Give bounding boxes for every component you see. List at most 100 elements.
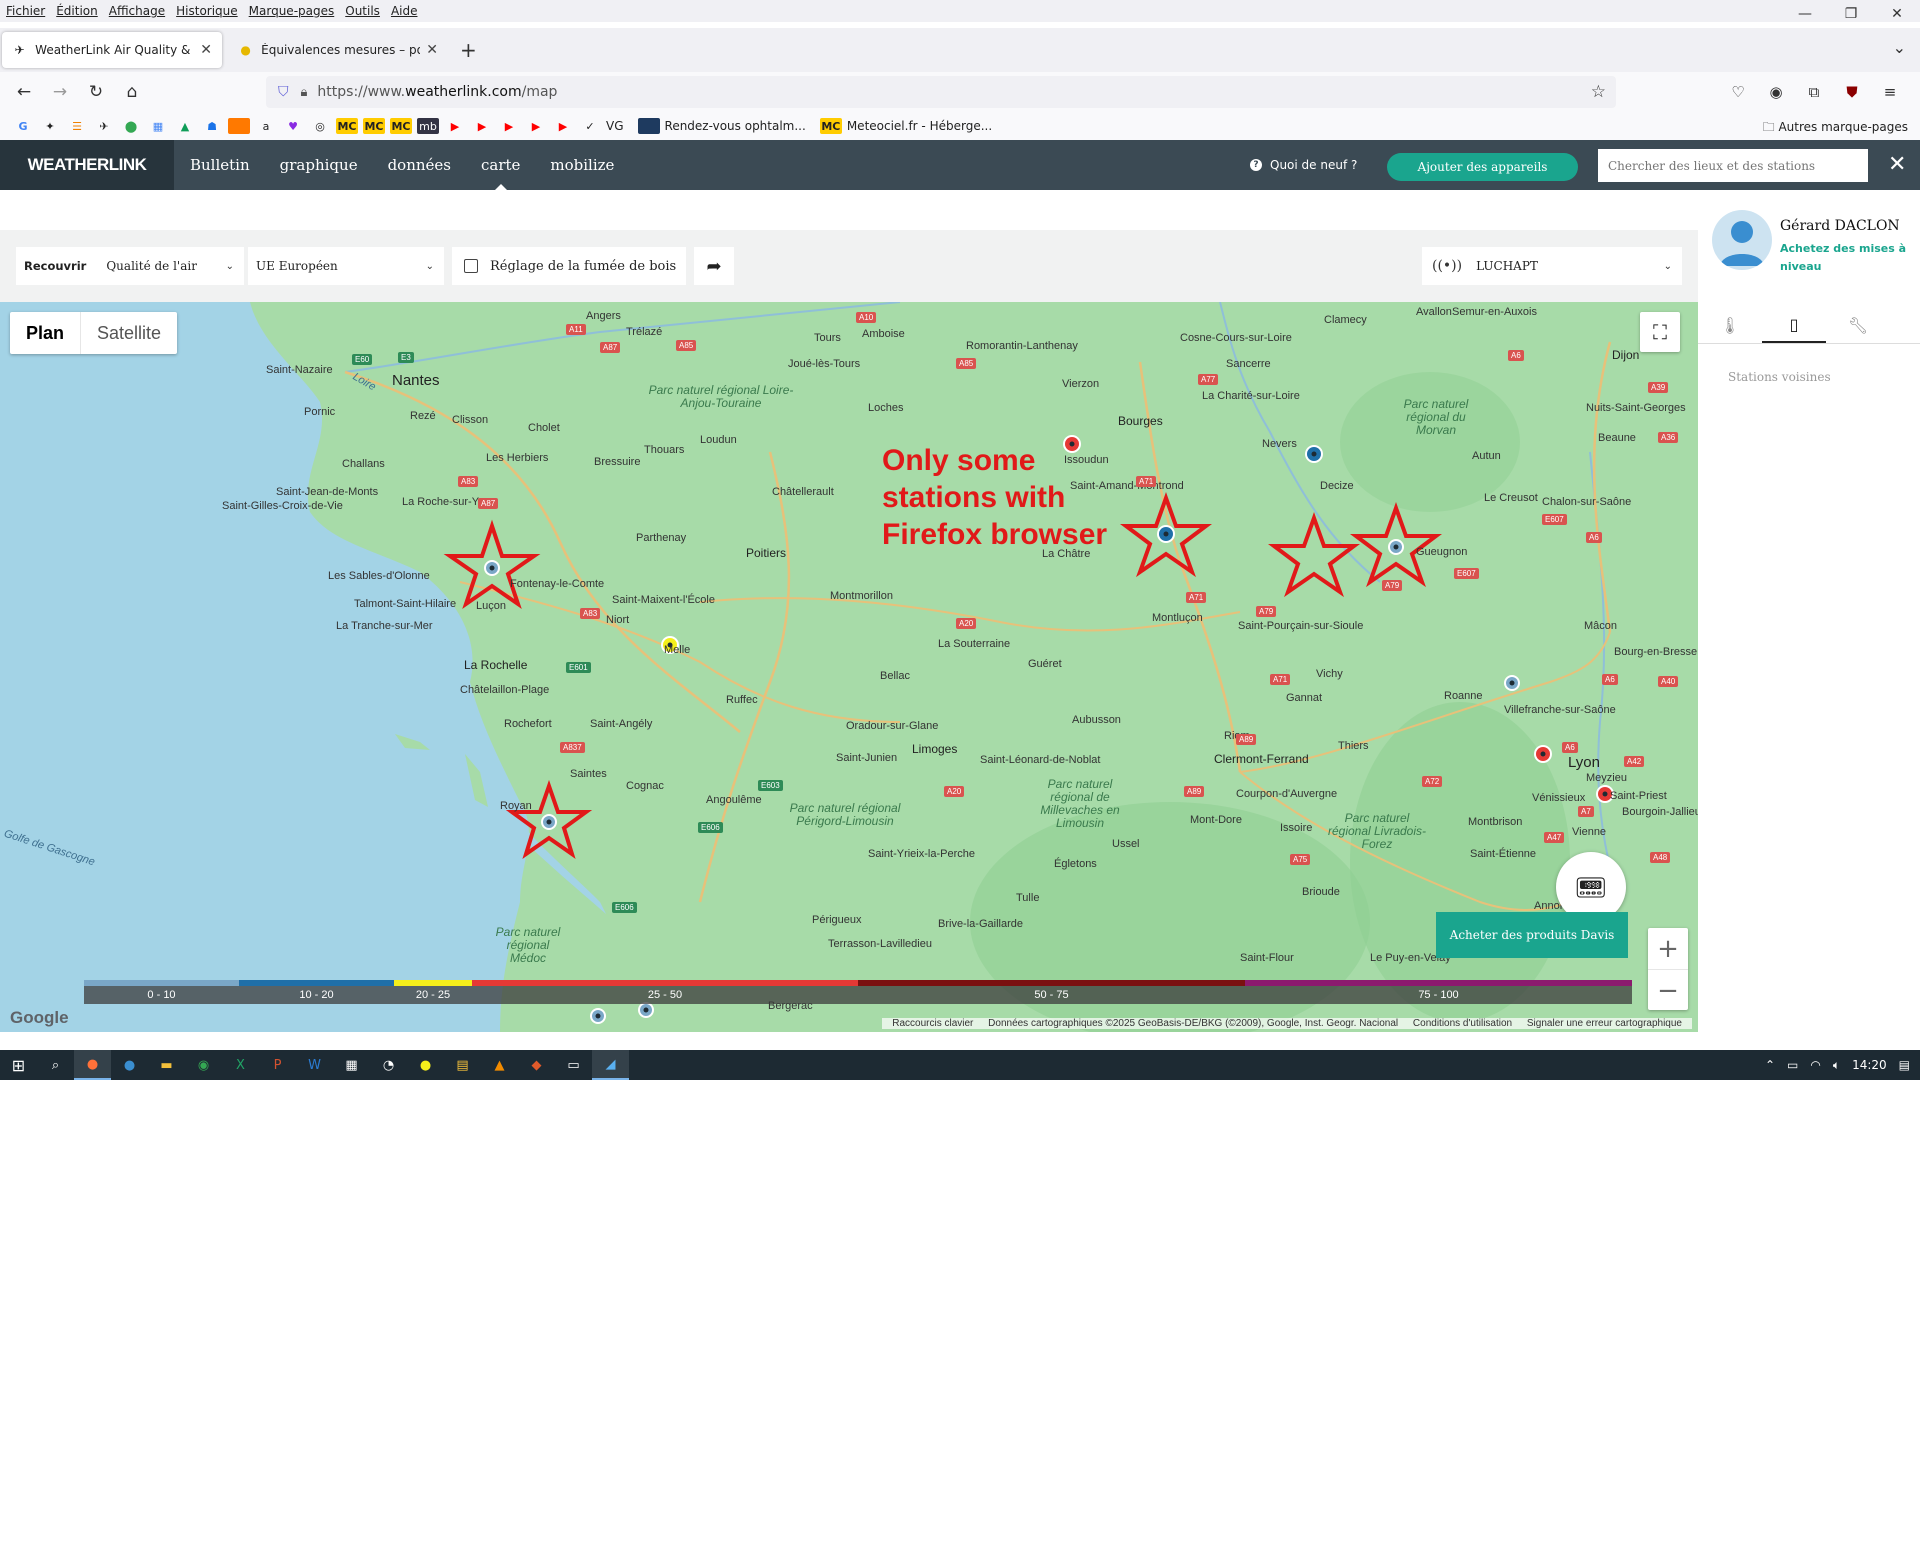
search-icon[interactable]: ⌕ <box>37 1050 74 1080</box>
zoom-in-icon[interactable]: + <box>1648 928 1688 969</box>
plane-bookmark-icon[interactable]: ✈ <box>93 118 115 134</box>
new-tab-icon[interactable]: + <box>460 38 477 62</box>
hamburger-menu-icon[interactable]: ≡ <box>1874 76 1906 108</box>
battery-icon[interactable]: ▭ <box>1787 1058 1798 1072</box>
mc-bookmark-icon[interactable]: MC <box>390 118 412 134</box>
firefox-taskbar-icon[interactable]: ● <box>74 1050 111 1080</box>
weatherlink-logo[interactable]: WEATHERLINK <box>0 140 174 190</box>
app-taskbar-icon[interactable]: ▭ <box>555 1050 592 1080</box>
app-taskbar-icon[interactable]: ◆ <box>518 1050 555 1080</box>
calendar-bookmark-icon[interactable]: ▦ <box>147 118 169 134</box>
app-taskbar-icon[interactable]: ▤ <box>444 1050 481 1080</box>
reload-icon[interactable]: ↻ <box>78 76 114 108</box>
tab-equivalences[interactable]: ● Équivalences mesures – poids | ✕ <box>228 32 448 68</box>
app-taskbar-icon[interactable]: ◔ <box>370 1050 407 1080</box>
nav-graphique[interactable]: graphique <box>280 140 358 190</box>
network-icon[interactable]: ◠ <box>1810 1058 1820 1072</box>
search-places-input[interactable] <box>1598 149 1868 182</box>
mb-bookmark-icon[interactable]: mb <box>417 118 439 134</box>
keyboard-shortcuts-link[interactable]: Raccourcis clavier <box>892 1018 973 1029</box>
extensions-icon[interactable]: ⧉ <box>1798 76 1830 108</box>
circle-bookmark-icon[interactable]: ◎ <box>309 118 331 134</box>
thunderbird-taskbar-icon[interactable]: ● <box>111 1050 148 1080</box>
url-bar[interactable]: ⛉ 🔒︎ https://www.weatherlink.com/map ☆ <box>266 76 1616 108</box>
word-taskbar-icon[interactable]: W <box>296 1050 333 1080</box>
chevron-up-icon[interactable]: ⌃ <box>1765 1058 1775 1072</box>
mc-bookmark-icon[interactable]: MC <box>363 118 385 134</box>
bird-bookmark-icon[interactable]: ✦ <box>39 118 61 134</box>
notification-icon[interactable]: ▤ <box>1899 1058 1910 1072</box>
amazon-bookmark-icon[interactable]: a <box>255 118 277 134</box>
ophtalmo-bookmark-icon[interactable] <box>637 118 660 134</box>
wood-smoke-toggle[interactable]: Réglage de la fumée de bois <box>452 247 686 285</box>
clock[interactable]: 14:20 <box>1852 1058 1887 1072</box>
menu-tools[interactable]: Outils <box>345 4 380 18</box>
add-devices-button[interactable]: Ajouter des appareils <box>1387 153 1578 181</box>
bookmark-ophtalmo[interactable]: Rendez-vous ophtalm... <box>665 119 806 133</box>
google-bookmark-icon[interactable]: G <box>12 118 34 134</box>
file-explorer-taskbar-icon[interactable]: ▬ <box>148 1050 185 1080</box>
share-button[interactable]: ➦ <box>694 247 734 285</box>
bookmark-star-icon[interactable]: ☆ <box>1591 82 1606 102</box>
menu-help[interactable]: Aide <box>391 4 418 18</box>
fullscreen-icon[interactable]: ⛶ <box>1640 312 1680 352</box>
person-bookmark-icon[interactable]: ☗ <box>201 118 223 134</box>
whats-new-link[interactable]: ? Quoi de neuf ? <box>1250 140 1357 190</box>
thermometer-tab-icon[interactable]: 🌡︎ <box>1698 308 1762 343</box>
list-tabs-icon[interactable]: ⌄ <box>1893 38 1906 57</box>
check-bookmark-icon[interactable]: ✓ <box>579 118 601 134</box>
menu-view[interactable]: Affichage <box>109 4 165 18</box>
report-error-link[interactable]: Signaler une erreur cartographique <box>1527 1018 1682 1029</box>
excel-taskbar-icon[interactable]: X <box>222 1050 259 1080</box>
mc-bookmark-icon[interactable]: MC <box>819 118 842 134</box>
station-select[interactable]: ((•)) LUCHAPT ⌄ <box>1422 247 1682 285</box>
orange-square-bookmark-icon[interactable] <box>228 118 250 134</box>
bookmark-meteociel[interactable]: Meteociel.fr - Héberge... <box>847 119 992 133</box>
buy-davis-button[interactable]: Acheter des produits Davis <box>1436 912 1628 958</box>
home-icon[interactable]: ⌂ <box>114 76 150 108</box>
youtube-bookmark-icon[interactable]: ▶ <box>471 118 493 134</box>
close-tab-icon[interactable]: ✕ <box>426 42 438 58</box>
calculator-taskbar-icon[interactable]: ▦ <box>333 1050 370 1080</box>
forward-icon[interactable]: → <box>42 76 78 108</box>
maps-bookmark-icon[interactable]: ⬤ <box>120 118 142 134</box>
minimize-icon[interactable]: — <box>1782 0 1828 28</box>
orange-bookmark-icon[interactable]: ☰ <box>66 118 88 134</box>
map-type-satellite[interactable]: Satellite <box>80 312 177 354</box>
close-icon[interactable]: ✕ <box>1888 152 1906 177</box>
avatar[interactable] <box>1712 210 1772 270</box>
drive-bookmark-icon[interactable]: ▲ <box>174 118 196 134</box>
pocket-icon[interactable]: ♡ <box>1722 76 1754 108</box>
youtube-bookmark-icon[interactable]: ▶ <box>525 118 547 134</box>
restore-icon[interactable]: ❐ <box>1828 0 1874 28</box>
youtube-bookmark-icon[interactable]: ▶ <box>552 118 574 134</box>
app-taskbar-icon[interactable]: ◢ <box>592 1050 629 1080</box>
other-bookmarks[interactable]: 🗀︎ Autres marque-pages <box>1763 118 1908 139</box>
overlay-select[interactable]: Recouvrir Qualité de l'air ⌄ <box>16 247 244 285</box>
app-taskbar-icon[interactable]: ● <box>407 1050 444 1080</box>
windows-start-icon[interactable]: ⊞ <box>0 1050 37 1080</box>
back-icon[interactable]: ← <box>6 76 42 108</box>
nav-mobilize[interactable]: mobilize <box>550 140 614 190</box>
account-icon[interactable]: ◉ <box>1760 76 1792 108</box>
bookmark-vg[interactable]: VG <box>606 119 624 133</box>
nav-bulletin[interactable]: Bulletin <box>190 140 250 190</box>
youtube-bookmark-icon[interactable]: ▶ <box>498 118 520 134</box>
air-quality-map[interactable]: Nantes Poitiers Limoges Bourges Clermont… <box>0 302 1698 1032</box>
nav-donnees[interactable]: données <box>388 140 451 190</box>
powerpoint-taskbar-icon[interactable]: P <box>259 1050 296 1080</box>
menu-history[interactable]: Historique <box>176 4 238 18</box>
standard-select[interactable]: UE Européen ⌄ <box>248 247 444 285</box>
menu-file[interactable]: Fichier <box>6 4 45 18</box>
close-tab-icon[interactable]: ✕ <box>200 42 212 58</box>
wood-smoke-checkbox[interactable] <box>464 259 478 273</box>
close-window-icon[interactable]: ✕ <box>1874 0 1920 28</box>
zoom-out-icon[interactable]: − <box>1648 970 1688 1011</box>
tab-weatherlink[interactable]: ✈ WeatherLink Air Quality & Temp ✕ <box>2 32 222 68</box>
wrench-tab-icon[interactable]: 🔧︎ <box>1826 308 1890 343</box>
mc-bookmark-icon[interactable]: MC <box>336 118 358 134</box>
youtube-bookmark-icon[interactable]: ▶ <box>444 118 466 134</box>
tracking-shield-icon[interactable]: ⛉ <box>278 84 289 100</box>
volume-icon[interactable]: 🔈︎ <box>1833 1058 1840 1073</box>
menu-bookmarks[interactable]: Marque-pages <box>249 4 335 18</box>
